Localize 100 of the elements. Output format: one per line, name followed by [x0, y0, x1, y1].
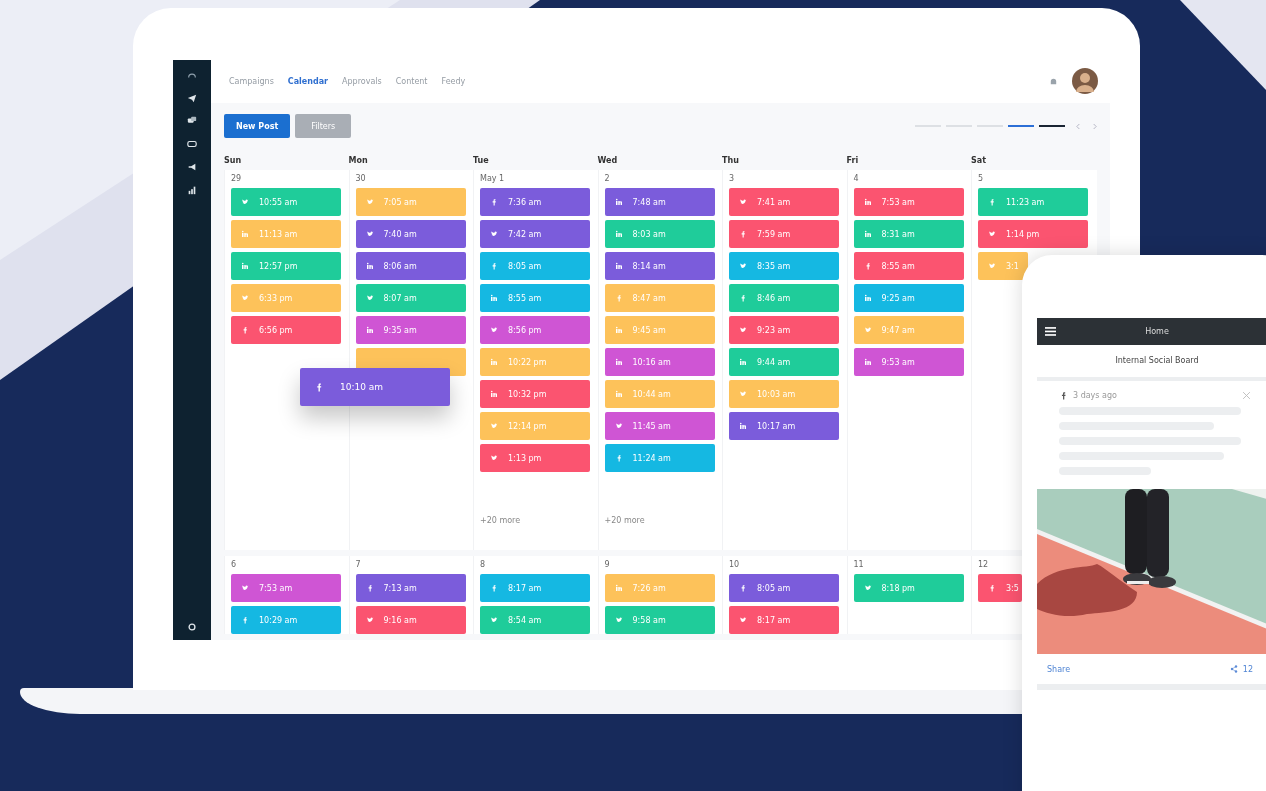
- f-logo-icon: [739, 294, 747, 302]
- chart-icon[interactable]: [187, 185, 197, 195]
- share-link[interactable]: Share: [1047, 664, 1071, 674]
- nav-tab[interactable]: Calendar: [287, 76, 328, 86]
- post-card[interactable]: 8:31 am: [853, 220, 964, 248]
- weekday-label: Sat: [971, 155, 986, 165]
- post-card[interactable]: 8:17 am: [480, 574, 590, 602]
- post-card[interactable]: 8:07 am: [355, 284, 466, 312]
- post-card[interactable]: 10:44 am: [604, 380, 715, 408]
- in-logo-icon: [614, 262, 623, 270]
- post-card[interactable]: 8:55 am: [480, 284, 590, 312]
- in-logo-icon: [365, 262, 374, 270]
- post-card[interactable]: 7:41 am: [729, 188, 839, 216]
- bird-icon: [241, 584, 249, 592]
- post-card[interactable]: 7:13 am: [355, 574, 466, 602]
- f-logo-icon: [490, 198, 498, 206]
- post-card[interactable]: 8:35 am: [729, 252, 839, 280]
- post-card[interactable]: 10:55 am: [231, 188, 341, 216]
- bird-icon: [490, 616, 498, 624]
- post-card[interactable]: 9:35 am: [355, 316, 466, 344]
- megaphone-icon[interactable]: [187, 162, 197, 172]
- filters-button[interactable]: Filters: [295, 114, 352, 139]
- post-card[interactable]: 1:13 pm: [480, 444, 590, 472]
- post-card[interactable]: 7:26 am: [604, 574, 715, 602]
- post-card[interactable]: 10:29 am: [231, 606, 341, 634]
- post-card[interactable]: 11:24 am: [604, 444, 715, 472]
- menu-icon[interactable]: [1045, 327, 1056, 336]
- post-card[interactable]: 9:47 am: [853, 316, 964, 344]
- post-card[interactable]: 7:48 am: [604, 188, 715, 216]
- post-card[interactable]: 11:13 am: [231, 220, 341, 248]
- post-card[interactable]: 10:32 pm: [480, 380, 590, 408]
- post-card[interactable]: 9:45 am: [604, 316, 715, 344]
- post-card[interactable]: 3:5: [978, 574, 1022, 602]
- post-card[interactable]: 9:58 am: [604, 606, 715, 634]
- chat-icon[interactable]: [187, 116, 197, 126]
- post-card[interactable]: 1:14 pm: [978, 220, 1088, 248]
- view-toggle[interactable]: [1008, 125, 1034, 128]
- post-card[interactable]: 9:23 am: [729, 316, 839, 344]
- post-card[interactable]: 7:36 am: [480, 188, 590, 216]
- post-card[interactable]: 8:55 am: [853, 252, 964, 280]
- post-card[interactable]: 7:40 am: [355, 220, 466, 248]
- date-label: 8: [480, 560, 486, 570]
- dragged-post-card[interactable]: 10:10 am: [300, 368, 450, 406]
- post-card[interactable]: 8:03 am: [604, 220, 715, 248]
- nav-tab[interactable]: Content: [395, 76, 428, 86]
- post-card[interactable]: 12:57 pm: [231, 252, 341, 280]
- weekday-label: Wed: [597, 155, 618, 165]
- settings-icon[interactable]: [187, 622, 197, 632]
- new-post-button[interactable]: New Post: [224, 114, 291, 139]
- f-logo-icon: [988, 198, 996, 206]
- more-link[interactable]: +20 more: [480, 516, 521, 525]
- post-card[interactable]: 10:17 am: [729, 412, 839, 440]
- post-card[interactable]: 3:1: [978, 252, 1028, 280]
- post-card[interactable]: 8:56 pm: [480, 316, 590, 344]
- post-card[interactable]: 7:53 am: [853, 188, 964, 216]
- board-title: Internal Social Board: [1037, 345, 1266, 381]
- more-link[interactable]: +20 more: [604, 516, 645, 525]
- in-logo-icon: [863, 358, 872, 366]
- post-card[interactable]: 12:14 pm: [480, 412, 590, 440]
- post-card[interactable]: 7:59 am: [729, 220, 839, 248]
- post-card[interactable]: 7:53 am: [231, 574, 341, 602]
- post-card[interactable]: 8:17 am: [729, 606, 839, 634]
- post-card[interactable]: 9:25 am: [853, 284, 964, 312]
- nav-tab[interactable]: Approvals: [342, 76, 382, 86]
- nav-tab[interactable]: Campaigns: [229, 76, 274, 86]
- inbox-icon[interactable]: [187, 139, 197, 149]
- f-logo-icon: [1059, 391, 1068, 400]
- post-card[interactable]: 10:03 am: [729, 380, 839, 408]
- post-card[interactable]: 8:14 am: [604, 252, 715, 280]
- view-toggle[interactable]: [1039, 125, 1065, 128]
- post-card[interactable]: 9:53 am: [853, 348, 964, 376]
- avatar[interactable]: [1072, 68, 1098, 95]
- post-card[interactable]: 7:05 am: [355, 188, 466, 216]
- post-card[interactable]: 7:42 am: [480, 220, 590, 248]
- date-label: 4: [853, 174, 859, 184]
- post-card[interactable]: 9:44 am: [729, 348, 839, 376]
- post-card[interactable]: 8:05 am: [480, 252, 590, 280]
- post-card[interactable]: 8:18 pm: [853, 574, 964, 602]
- screen-title: Home: [1144, 327, 1170, 336]
- in-logo-icon: [614, 230, 623, 238]
- send-icon[interactable]: [187, 93, 197, 103]
- nav-tab[interactable]: Feedy: [441, 76, 466, 86]
- date-label: 10: [729, 560, 740, 570]
- post-card[interactable]: 11:45 am: [604, 412, 715, 440]
- post-card[interactable]: 10:22 pm: [480, 348, 590, 376]
- post-card[interactable]: 11:23 am: [978, 188, 1088, 216]
- post-card[interactable]: 8:54 am: [480, 606, 590, 634]
- post-card[interactable]: 9:16 am: [355, 606, 466, 634]
- post-card[interactable]: 8:06 am: [355, 252, 466, 280]
- in-logo-icon: [365, 326, 374, 334]
- post-card[interactable]: 8:47 am: [604, 284, 715, 312]
- in-logo-icon: [863, 198, 872, 206]
- post-card[interactable]: 8:05 am: [729, 574, 839, 602]
- post-card[interactable]: 10:16 am: [604, 348, 715, 376]
- post-card[interactable]: 8:46 am: [729, 284, 839, 312]
- bird-icon: [490, 454, 498, 462]
- post-card[interactable]: 6:56 pm: [231, 316, 341, 344]
- share-icon[interactable]: [1229, 665, 1238, 673]
- bell-icon[interactable]: [1049, 76, 1058, 86]
- post-card[interactable]: 6:33 pm: [231, 284, 341, 312]
